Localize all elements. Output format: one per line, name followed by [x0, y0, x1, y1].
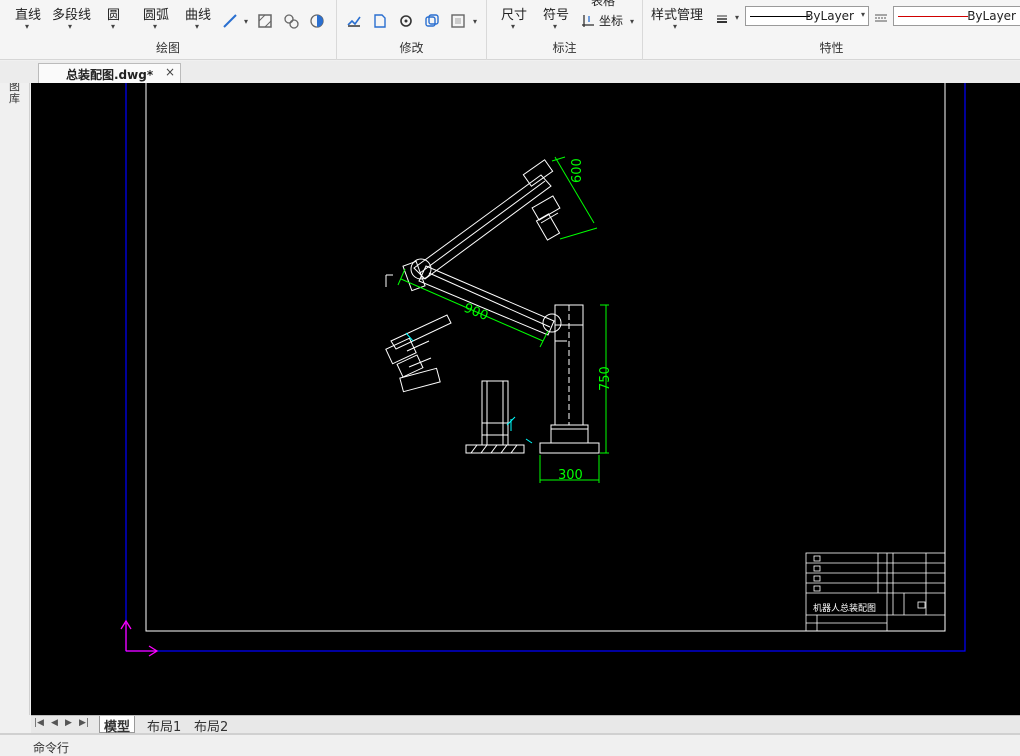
dim-base-width: 300	[558, 468, 583, 483]
linetype-value: ByLayer	[805, 9, 854, 23]
coordinate-button[interactable]: 坐标	[599, 12, 623, 29]
copy-icon[interactable]	[372, 13, 388, 29]
linetype-select[interactable]: ByLayer ▾	[745, 6, 869, 26]
hatch-icon[interactable]	[257, 13, 273, 29]
coordinate-dropdown-icon[interactable]: ▾	[630, 17, 634, 26]
drawing-canvas[interactable]: 600 900 750 300 机器人总装配图	[31, 83, 1020, 715]
lineweight-dropdown-icon[interactable]: ▾	[735, 13, 739, 22]
dim-upper-arm: 600	[570, 158, 585, 183]
arc-button[interactable]: 圆弧	[143, 4, 169, 23]
polyline-button[interactable]: 多段线	[52, 4, 91, 23]
dimension-dropdown-icon[interactable]: ▾	[511, 22, 515, 31]
drawing-svg: 600 900 750 300 机器人总装配图	[120, 83, 966, 657]
modify-panel: ▾ 修改	[337, 0, 487, 60]
lineweight-icon[interactable]	[715, 11, 731, 27]
construction-line-dropdown-icon[interactable]: ▾	[244, 17, 248, 26]
scale-icon[interactable]	[450, 13, 466, 29]
next-layout-icon[interactable]: ▶	[65, 718, 72, 728]
title-block-name: 机器人总装配图	[813, 602, 876, 614]
rotate-icon[interactable]	[398, 13, 414, 29]
circle-button[interactable]: 圆	[107, 4, 120, 23]
document-tab-title: 总装配图.dwg*	[66, 68, 154, 82]
previous-layout-icon[interactable]: ◀	[51, 718, 58, 728]
last-layout-icon[interactable]: ▶|	[79, 718, 89, 728]
color-preview	[898, 16, 968, 17]
ucs-icon	[120, 619, 159, 657]
robot-assembly	[385, 159, 600, 454]
line-dropdown-icon[interactable]: ▾	[25, 22, 29, 31]
linetype-scale-icon[interactable]	[873, 10, 889, 26]
drawing-frame	[145, 83, 946, 632]
linetype-preview	[750, 16, 810, 17]
document-tab[interactable]: 总装配图.dwg* ×	[38, 63, 181, 83]
annotate-panel-title: 标注	[552, 41, 577, 55]
command-line[interactable]: 命令行	[0, 733, 1020, 755]
coordinate-icon[interactable]	[580, 13, 596, 29]
dim-lower-arm: 900	[462, 301, 491, 324]
command-line-label: 命令行	[33, 741, 70, 755]
close-tab-icon[interactable]: ×	[165, 65, 175, 79]
linetype-dropdown-icon: ▾	[860, 10, 865, 19]
polyline-dropdown-icon[interactable]: ▾	[68, 22, 72, 31]
construction-line-icon[interactable]	[222, 13, 238, 29]
color-select[interactable]: ByLayer	[893, 6, 1020, 26]
gradient-icon[interactable]	[309, 13, 325, 29]
curve-dropdown-icon[interactable]: ▾	[195, 22, 199, 31]
tab-layout2[interactable]: 布局2	[190, 716, 232, 735]
circle-dropdown-icon[interactable]: ▾	[111, 22, 115, 31]
table-button[interactable]: 表格	[591, 0, 615, 9]
move-icon[interactable]	[346, 13, 362, 29]
region-icon[interactable]	[283, 13, 299, 29]
modify-panel-title: 修改	[399, 41, 424, 55]
style-manager-button[interactable]: 样式管理	[651, 4, 703, 23]
layout-tab-bar: |◀ ◀ ▶ ▶| 模型 布局1 布局2	[31, 715, 1020, 735]
center-marks	[405, 332, 533, 444]
tab-layout1[interactable]: 布局1	[143, 716, 185, 735]
properties-panel: 样式管理 ▾ ▾ ByLayer ▾ ByLayer 特性	[643, 0, 1020, 60]
title-block	[805, 552, 946, 632]
dimension-button[interactable]: 尺寸	[501, 4, 527, 23]
library-tab-label[interactable]: 图库	[9, 81, 23, 105]
color-value: ByLayer	[967, 9, 1016, 23]
annotate-panel: 尺寸 ▾ 符号 ▾ 表格 坐标 ▾ 标注	[487, 0, 643, 60]
draw-panel: 直线 ▾ 多段线 ▾ 圆 ▾ 圆弧 ▾ 曲线 ▾ ▾ 绘图	[0, 0, 337, 60]
tab-model[interactable]: 模型	[99, 716, 136, 735]
arc-dropdown-icon[interactable]: ▾	[153, 22, 157, 31]
paper-border	[125, 83, 966, 652]
modify-more-dropdown-icon[interactable]: ▾	[473, 17, 477, 26]
first-layout-icon[interactable]: |◀	[34, 718, 44, 728]
symbol-dropdown-icon[interactable]: ▾	[553, 22, 557, 31]
left-sidebar: 图库	[0, 61, 30, 715]
dim-column-height: 750	[598, 366, 613, 391]
draw-panel-title: 绘图	[155, 41, 180, 55]
style-manager-dropdown-icon[interactable]: ▾	[673, 22, 677, 31]
offset-icon[interactable]	[424, 13, 440, 29]
ribbon: 直线 ▾ 多段线 ▾ 圆 ▾ 圆弧 ▾ 曲线 ▾ ▾ 绘图 ▾ 修改 尺寸 ▾ …	[0, 0, 1020, 60]
line-button[interactable]: 直线	[15, 4, 41, 23]
properties-panel-title: 特性	[819, 41, 844, 55]
curve-button[interactable]: 曲线	[185, 4, 211, 23]
document-tab-bar: 总装配图.dwg* ×	[0, 61, 1020, 83]
symbol-button[interactable]: 符号	[543, 4, 569, 23]
